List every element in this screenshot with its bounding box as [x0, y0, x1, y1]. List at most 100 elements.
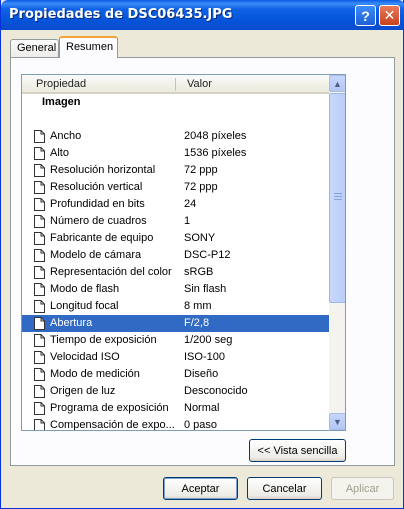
document-icon: [34, 147, 45, 160]
property-value: Diseño: [184, 368, 219, 380]
property-name: Compensación de expo...: [50, 419, 175, 431]
close-button[interactable]: ✕: [379, 5, 400, 26]
column-header-value[interactable]: Valor: [187, 78, 212, 90]
document-icon: [34, 351, 45, 364]
scroll-thumb[interactable]: [329, 93, 345, 303]
property-name: Programa de exposición: [50, 402, 169, 414]
property-name: Modelo de cámara: [50, 249, 142, 261]
property-name: Tiempo de exposición: [50, 334, 157, 346]
property-row[interactable]: Origen de luz Desconocido: [22, 383, 329, 400]
property-row[interactable]: Tiempo de exposición 1/200 seg: [22, 332, 329, 349]
scroll-up-button[interactable]: ▲: [329, 75, 345, 92]
document-icon: [34, 283, 45, 296]
document-icon: [34, 317, 45, 330]
property-value: Sin flash: [184, 283, 227, 295]
document-icon: [34, 368, 45, 381]
properties-dialog: Propiedades de DSC06435.JPG ? ✕ General …: [0, 0, 404, 509]
help-icon: ?: [361, 7, 370, 24]
property-name: Resolución vertical: [50, 181, 143, 193]
group-header: Imagen: [22, 94, 329, 111]
document-icon: [34, 266, 45, 279]
group-label: Imagen: [42, 96, 81, 108]
document-icon: [34, 181, 45, 194]
property-value: F/2,8: [184, 317, 210, 329]
property-row[interactable]: Ancho 2048 píxeles: [22, 128, 329, 145]
property-value: SONY: [184, 232, 216, 244]
property-name: Velocidad ISO: [50, 351, 120, 363]
column-divider[interactable]: [175, 78, 176, 91]
help-button[interactable]: ?: [355, 5, 376, 26]
grip-line: [334, 193, 342, 194]
property-name: Alto: [50, 147, 69, 159]
property-row[interactable]: Programa de exposición Normal: [22, 400, 329, 417]
property-value: 2048 píxeles: [184, 130, 247, 142]
grip-line: [334, 199, 342, 200]
property-name: Modo de medición: [50, 368, 140, 380]
property-name: Profundidad en bits: [50, 198, 145, 210]
tab-general[interactable]: General: [10, 39, 59, 58]
scroll-down-button[interactable]: ▼: [329, 413, 345, 430]
chevron-up-icon: ▲: [333, 78, 342, 89]
property-row[interactable]: Modo de medición Diseño: [22, 366, 329, 383]
property-value: sRGB: [184, 266, 214, 278]
property-row[interactable]: Representación del color sRGB: [22, 264, 329, 281]
property-name: Modo de flash: [50, 283, 120, 295]
property-row[interactable]: Longitud focal 8 mm: [22, 298, 329, 315]
property-value: 24: [184, 198, 197, 210]
property-name: Ancho: [50, 130, 82, 142]
property-value: 0 paso: [184, 419, 218, 431]
property-name: Número de cuadros: [50, 215, 147, 227]
close-icon: ✕: [383, 7, 396, 23]
property-row[interactable]: Alto 1536 píxeles: [22, 145, 329, 162]
document-icon: [34, 402, 45, 415]
property-value: ISO-100: [184, 351, 225, 363]
tab-resumen[interactable]: Resumen: [59, 36, 118, 58]
property-row[interactable]: Fabricante de equipo SONY: [22, 230, 329, 247]
chevron-down-icon: ▼: [333, 416, 342, 427]
property-row[interactable]: Resolución horizontal 72 ppp: [22, 162, 329, 179]
property-row[interactable]: Modelo de cámara DSC-P12: [22, 247, 329, 264]
document-icon: [34, 215, 45, 228]
property-value: DSC-P12: [184, 249, 231, 261]
properties-list[interactable]: Propiedad Valor Imagen Ancho 2048 píxeles…: [21, 74, 346, 431]
property-name: Abertura: [50, 317, 93, 329]
document-icon: [34, 419, 45, 430]
property-name: Resolución horizontal: [50, 164, 156, 176]
property-value: 1536 píxeles: [184, 147, 247, 159]
property-value: 72 ppp: [184, 164, 218, 176]
property-row[interactable]: Modo de flash Sin flash: [22, 281, 329, 298]
document-icon: [34, 334, 45, 347]
property-value: Normal: [184, 402, 220, 414]
property-name: Origen de luz: [50, 385, 116, 397]
cancel-button[interactable]: Cancelar: [247, 477, 322, 500]
property-name: Representación del color: [50, 266, 172, 278]
document-icon: [34, 232, 45, 245]
document-icon: [34, 164, 45, 177]
property-value: 8 mm: [184, 300, 212, 312]
document-icon: [34, 130, 45, 143]
column-header-property[interactable]: Propiedad: [36, 78, 86, 90]
document-icon: [34, 300, 45, 313]
title-bar[interactable]: Propiedades de DSC06435.JPG ? ✕: [1, 0, 404, 30]
property-value: Desconocido: [184, 385, 248, 397]
property-row[interactable]: Profundidad en bits 24: [22, 196, 329, 213]
list-header: Propiedad Valor: [22, 75, 329, 94]
property-value: 1: [184, 215, 191, 227]
simple-view-button[interactable]: << Vista sencilla: [249, 439, 346, 462]
property-name: Fabricante de equipo: [50, 232, 154, 244]
property-row[interactable]: Número de cuadros 1: [22, 213, 329, 230]
property-row[interactable]: Resolución vertical 72 ppp: [22, 179, 329, 196]
ok-button[interactable]: Aceptar: [163, 477, 238, 500]
apply-button: Aplicar: [331, 477, 394, 500]
document-icon: [34, 198, 45, 211]
window-title: Propiedades de DSC06435.JPG: [9, 7, 233, 22]
document-icon: [34, 249, 45, 262]
property-row[interactable]: Abertura F/2,8: [22, 315, 329, 332]
grip-line: [334, 196, 342, 197]
vertical-scrollbar[interactable]: ▲ ▼: [329, 75, 345, 430]
property-name: Longitud focal: [50, 300, 119, 312]
document-icon: [34, 385, 45, 398]
property-row[interactable]: Velocidad ISO ISO-100: [22, 349, 329, 366]
property-row[interactable]: Compensación de expo... 0 paso: [22, 417, 329, 431]
property-value: 72 ppp: [184, 181, 218, 193]
